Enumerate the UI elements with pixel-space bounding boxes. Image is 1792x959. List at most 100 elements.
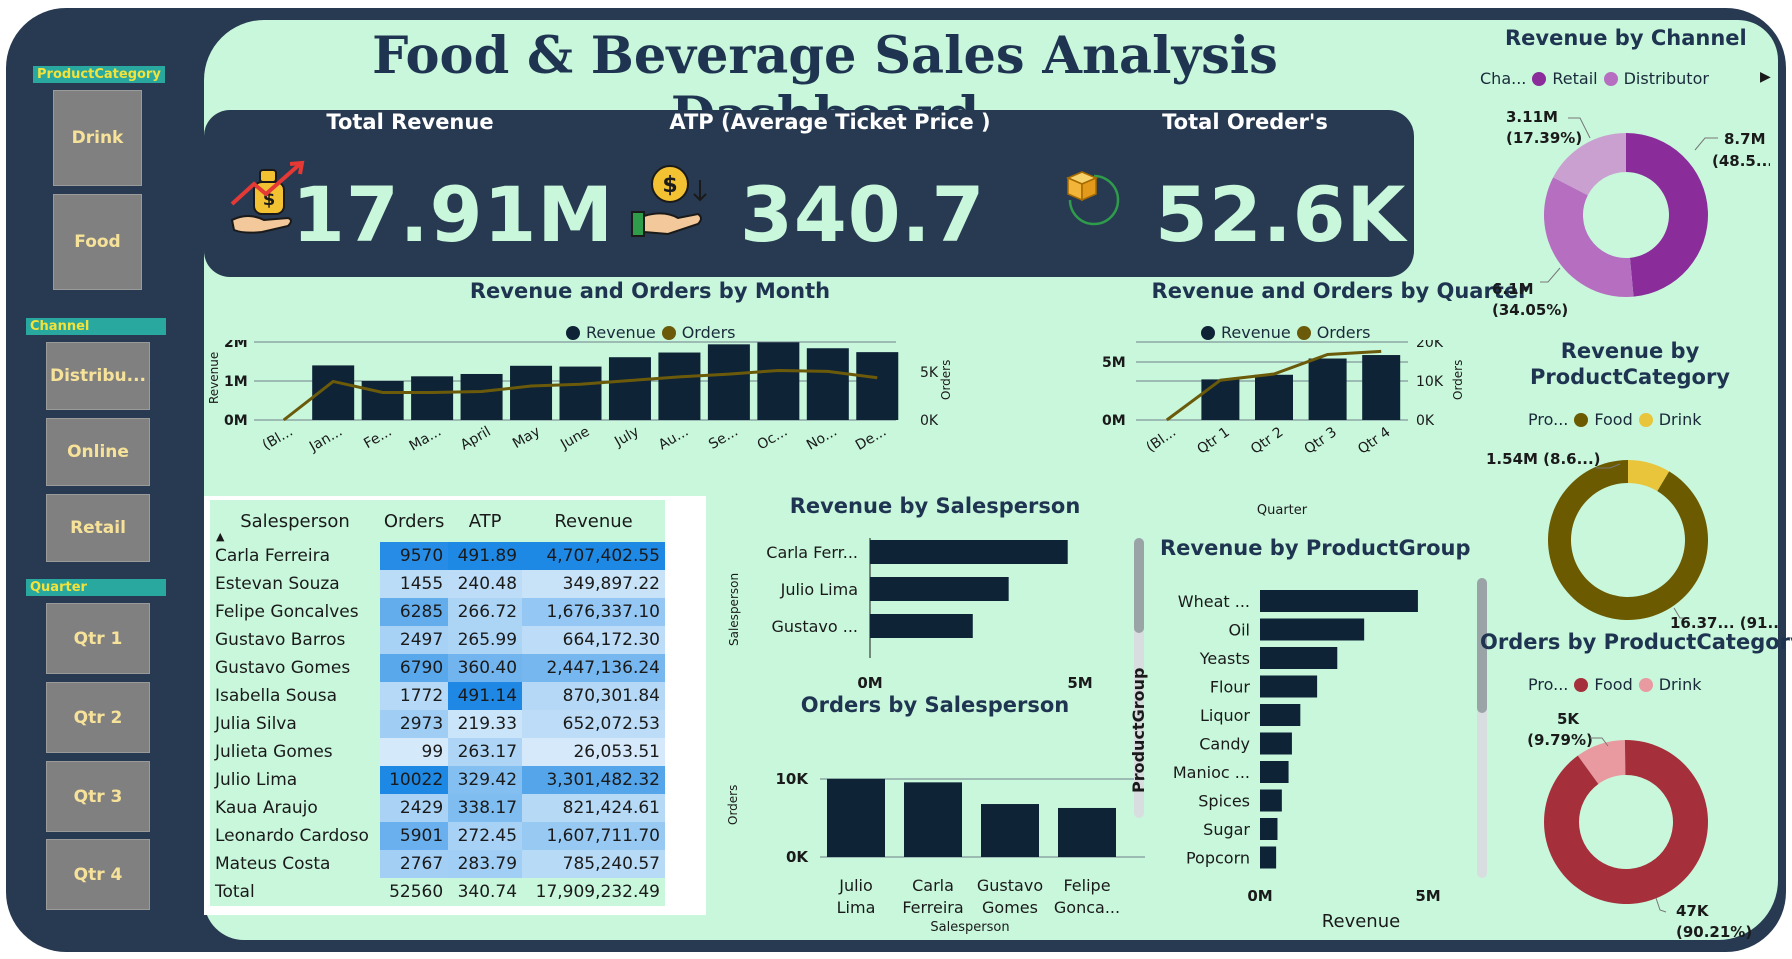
cell-revenue: 349,897.22 <box>522 570 665 598</box>
orders-sales-label: Gomes <box>982 898 1038 917</box>
kpi-total-orders-value: 52.6K <box>1155 170 1407 259</box>
cell-salesperson: Julieta Gomes <box>215 742 333 762</box>
orders-sales-bar <box>827 778 885 857</box>
sort-ascending-icon[interactable]: ▲ <box>216 530 224 543</box>
product-group-label: Liquor <box>1200 706 1250 725</box>
product-group-bar <box>1260 590 1418 612</box>
slicer-item-food[interactable]: Food <box>53 194 142 290</box>
table-row[interactable]: Gustavo Gomes 6790 360.40 2,447,136.24 <box>210 654 665 682</box>
category-slice <box>1548 460 1708 620</box>
orders-sales-label: Felipe <box>1063 876 1110 895</box>
col-header-orders[interactable]: Orders <box>380 500 448 542</box>
month-revenue-bar <box>856 352 899 420</box>
orders-sales-xlabel: Salesperson <box>930 920 1009 935</box>
orders-sales-label: Ferreira <box>902 898 963 917</box>
cell-revenue: 26,053.51 <box>522 738 665 766</box>
month-y-tick: 1M <box>224 374 248 390</box>
cell-orders: 9570 <box>380 542 449 570</box>
cell-atp: 265.99 <box>448 626 523 654</box>
product-group-chart: ProductGroup Wheat ... Oil Yeasts Flour Liquo… <box>1129 590 1441 932</box>
table-row[interactable]: Leonardo Cardoso 5901 272.45 1,607,711.70 <box>210 822 665 850</box>
legend-dot-drink <box>1638 412 1653 427</box>
month-x-tick: De... <box>853 424 889 454</box>
table-row[interactable]: Carla Ferreira 9570 491.89 4,707,402.55 <box>210 542 665 570</box>
legend-title: Pro... <box>1528 410 1569 429</box>
month-revenue-bar <box>510 365 553 420</box>
slicer-item-online[interactable]: Online <box>46 418 150 486</box>
legend-label-food: Food <box>1594 410 1633 429</box>
product-group-title: Revenue by ProductGroup <box>1160 536 1471 560</box>
product-group-label: Yeasts <box>1199 649 1250 668</box>
quarter-y2label: Orders <box>1451 360 1465 400</box>
product-group-bar <box>1260 818 1278 840</box>
kpi-total-revenue-label: Total Revenue <box>326 110 494 134</box>
slicer-item-retail[interactable]: Retail <box>46 494 150 562</box>
table-row[interactable]: Julio Lima 10022 329.42 3,301,482.32 <box>210 766 665 794</box>
table-row[interactable]: Julia Silva 2973 219.33 652,072.53 <box>210 710 665 738</box>
cell-orders: 5901 <box>380 822 449 850</box>
channel-label: (48.5...) <box>1712 152 1770 170</box>
month-x-tick: July <box>611 424 642 451</box>
table-row[interactable]: Felipe Goncalves 6285 266.72 1,676,337.10 <box>210 598 665 626</box>
product-group-label: Manioc ... <box>1173 763 1250 782</box>
month-chart: 2M 1M 0M 5K 0K Revenue Orders (Bl... Jan... Fe...… <box>207 340 953 455</box>
cell-salesperson: Mateus Costa <box>215 854 331 874</box>
orders-salesperson-chart: 10K 0K Orders Salesperson Julio Lima Carla Ferr… <box>726 770 1145 935</box>
orders-sales-label: Lima <box>837 898 876 917</box>
table-row[interactable]: Julieta Gomes 99 263.17 26,053.51 <box>210 738 665 766</box>
orders-sales-bar <box>1058 807 1116 857</box>
cell-revenue: 1,607,711.70 <box>522 822 665 850</box>
product-group-label: Popcorn <box>1186 849 1250 868</box>
slicer-item-drink[interactable]: Drink <box>53 90 142 186</box>
cell-atp: 272.45 <box>448 822 523 850</box>
table-row[interactable]: Estevan Souza 1455 240.48 349,897.22 <box>210 570 665 598</box>
category-donut-legend: Pro... Food Drink <box>1528 410 1701 429</box>
product-group-bar <box>1260 732 1292 755</box>
cell-orders: 2767 <box>380 850 449 878</box>
salesperson-table: Salesperson Orders ATP Revenue Carla Fer… <box>210 500 665 906</box>
cell-atp: 360.40 <box>448 654 523 682</box>
category-label-drink: 1.54M (8.6...) <box>1486 450 1601 468</box>
legend-label-drink: Drink <box>1658 675 1702 694</box>
cell-revenue: 664,172.30 <box>522 626 665 654</box>
table-row[interactable]: Isabella Sousa 1772 491.14 870,301.84 <box>210 682 665 710</box>
slicer-item-distributor[interactable]: Distribu... <box>46 342 150 410</box>
month-x-tick: April <box>458 424 494 454</box>
channel-label: (34.05%) <box>1492 301 1568 319</box>
table-row[interactable]: Gustavo Barros 2497 265.99 664,172.30 <box>210 626 665 654</box>
orders-sales-label: Julio <box>838 876 873 895</box>
channel-label: 3.11M <box>1506 108 1558 126</box>
product-group-bar <box>1260 704 1301 726</box>
orders-category-label-food: 47K <box>1676 902 1710 920</box>
quarter-y-tick: 0M <box>1102 413 1126 429</box>
quarter-x-tick: Qtr 3 <box>1302 424 1340 458</box>
channel-label: 8.7M <box>1724 130 1766 148</box>
col-header-salesperson[interactable]: Salesperson <box>210 500 380 542</box>
month-x-tick: Ma... <box>407 424 444 455</box>
slicer-item-qtr4[interactable]: Qtr 4 <box>46 839 150 910</box>
slicer-item-qtr2[interactable]: Qtr 2 <box>46 682 150 753</box>
cell-orders: 99 <box>380 738 449 766</box>
product-group-label: Flour <box>1210 678 1251 697</box>
channel-leader-line <box>1694 137 1718 151</box>
col-header-atp[interactable]: ATP <box>448 500 522 542</box>
coin-hand-icon: $ <box>631 165 707 237</box>
slicer-title-quarter: Quarter <box>26 579 166 596</box>
legend-next-arrow-icon[interactable]: ▶ <box>1760 69 1771 85</box>
product-group-label: Spices <box>1198 792 1250 811</box>
product-group-x-tick: 0M <box>1247 887 1272 905</box>
table-row[interactable]: Mateus Costa 2767 283.79 785,240.57 <box>210 850 665 878</box>
month-x-tick: Se... <box>706 424 741 453</box>
table-row[interactable]: Kaua Araujo 2429 338.17 821,424.61 <box>210 794 665 822</box>
quarter-x-tick: Qtr 4 <box>1355 424 1393 458</box>
cell-revenue: 821,424.61 <box>522 794 665 822</box>
product-group-label: Wheat ... <box>1178 592 1250 611</box>
quarter-y2-tick: 20K <box>1416 340 1444 351</box>
channel-leader-line <box>1540 267 1561 283</box>
rev-sales-label: Julio Lima <box>780 580 858 599</box>
slicer-item-qtr3[interactable]: Qtr 3 <box>46 761 150 832</box>
slicer-item-qtr1[interactable]: Qtr 1 <box>46 603 150 674</box>
legend-dot-food <box>1574 677 1589 692</box>
col-header-revenue[interactable]: Revenue <box>522 500 665 542</box>
cell-revenue: 3,301,482.32 <box>522 766 665 794</box>
